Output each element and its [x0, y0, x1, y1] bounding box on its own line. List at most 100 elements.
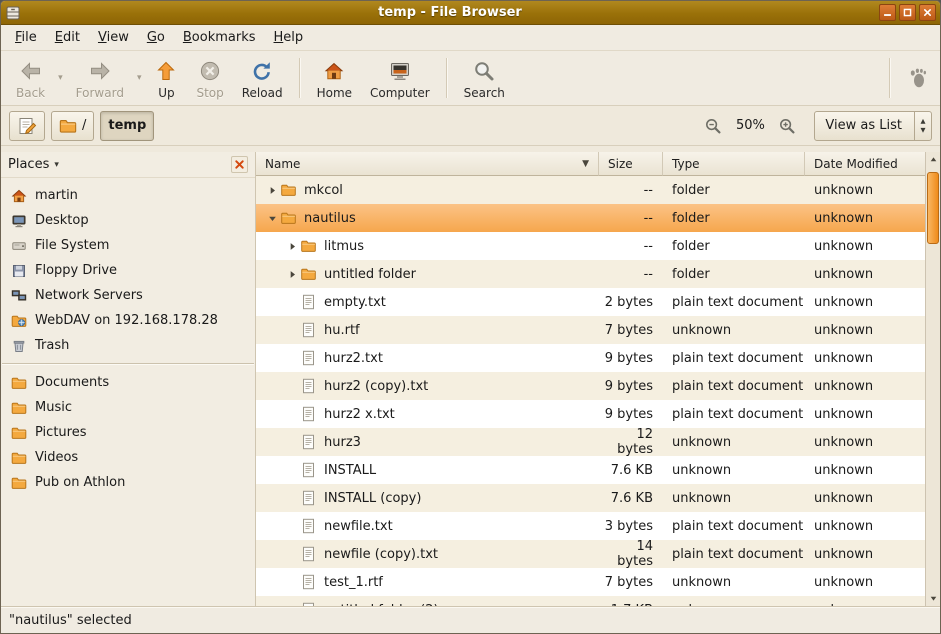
floppy-icon	[11, 263, 27, 279]
sidebar-item-documents[interactable]: Documents	[1, 370, 255, 395]
file-row-hurz3[interactable]: hurz312 bytesunknownunknown	[256, 428, 925, 456]
sidebar-item-martin[interactable]: martin	[1, 183, 255, 208]
vertical-scrollbar[interactable]	[925, 152, 940, 606]
toolbar-computer-button[interactable]: Computer	[361, 55, 439, 102]
file-size: 7 bytes	[599, 575, 663, 590]
sidebar-item-trash[interactable]: Trash	[1, 333, 255, 358]
toolbar-up-button[interactable]: Up	[145, 55, 187, 102]
folder-icon	[280, 210, 297, 226]
minimize-button[interactable]	[879, 4, 896, 21]
zoom-out-button[interactable]	[700, 111, 726, 141]
text-file-icon	[300, 546, 317, 562]
file-name: hurz3	[324, 435, 361, 450]
sidebar-item-file-system[interactable]: File System	[1, 233, 255, 258]
column-header-name[interactable]: Name ▼	[256, 152, 599, 176]
path-root-label: /	[82, 118, 86, 133]
file-row-litmus[interactable]: litmus--folderunknown	[256, 232, 925, 260]
file-row-untitled-folder[interactable]: untitled folder--folderunknown	[256, 260, 925, 288]
sidebar-item-videos[interactable]: Videos	[1, 445, 255, 470]
expander-closed-icon[interactable]	[284, 242, 300, 251]
file-row-test-1-rtf[interactable]: test_1.rtf7 bytesunknownunknown	[256, 568, 925, 596]
sidebar-item-label: Videos	[35, 450, 78, 465]
menu-view[interactable]: View	[89, 26, 138, 49]
sidebar-item-floppy-drive[interactable]: Floppy Drive	[1, 258, 255, 283]
sidebar-item-music[interactable]: Music	[1, 395, 255, 420]
sidebar-item-webdav-on-192-168-178-28[interactable]: WebDAV on 192.168.178.28	[1, 308, 255, 333]
scroll-down-button[interactable]	[926, 591, 940, 606]
sidebar-item-pub-on-athlon[interactable]: Pub on Athlon	[1, 470, 255, 495]
folder-icon	[280, 182, 297, 198]
sidebar-item-label: Network Servers	[35, 288, 143, 303]
sort-descending-icon: ▼	[582, 159, 589, 169]
file-type: plain text document	[663, 295, 805, 310]
places-list: martin Desktop File SystemFloppy Drive Netw…	[1, 178, 255, 606]
file-row-mkcol[interactable]: mkcol--folderunknown	[256, 176, 925, 204]
file-size: 14 bytes	[599, 539, 663, 569]
column-header-type[interactable]: Type	[663, 152, 805, 176]
file-modified: unknown	[805, 547, 925, 562]
sidebar-close-button[interactable]	[231, 156, 248, 173]
expander-closed-icon[interactable]	[284, 270, 300, 279]
menu-file[interactable]: File	[6, 26, 46, 49]
toolbar-reload-button[interactable]: Reload	[233, 55, 292, 102]
file-row-untitled-folder-2[interactable]: untitled folder (2)1.7 KBunknownunknown	[256, 596, 925, 606]
sidebar-item-label: Desktop	[35, 213, 89, 228]
toolbar-search-button[interactable]: Search	[455, 55, 514, 102]
maximize-button[interactable]	[899, 4, 916, 21]
file-type: plain text document	[663, 351, 805, 366]
view-as-dropdown[interactable]: View as List ▲▼	[814, 111, 932, 141]
menu-edit[interactable]: Edit	[46, 26, 89, 49]
folder-icon	[11, 450, 27, 466]
file-row-empty-txt[interactable]: empty.txt2 bytesplain text documentunkno…	[256, 288, 925, 316]
sidebar-item-network-servers[interactable]: Network Servers	[1, 283, 255, 308]
sidebar-item-pictures[interactable]: Pictures	[1, 420, 255, 445]
sidebar-title[interactable]: Places	[8, 157, 49, 172]
menu-help[interactable]: Help	[265, 26, 313, 49]
expander-open-icon[interactable]	[264, 214, 280, 223]
file-modified: unknown	[805, 295, 925, 310]
file-row-install[interactable]: INSTALL7.6 KBunknownunknown	[256, 456, 925, 484]
zoom-in-button[interactable]	[774, 111, 800, 141]
path-root-button[interactable]: /	[51, 111, 94, 141]
file-row-install-copy[interactable]: INSTALL (copy)7.6 KBunknownunknown	[256, 484, 925, 512]
list-header: Name ▼ Size Type Date Modified	[256, 152, 925, 176]
column-header-date-modified[interactable]: Date Modified	[805, 152, 925, 176]
gnome-foot-icon	[906, 66, 930, 90]
column-header-size[interactable]: Size	[599, 152, 663, 176]
file-size: 9 bytes	[599, 407, 663, 422]
file-row-hu-rtf[interactable]: hu.rtf7 bytesunknownunknown	[256, 316, 925, 344]
toolbar-stop-button: Stop	[187, 55, 232, 102]
filesystem-icon	[11, 238, 27, 254]
scrollbar-thumb[interactable]	[927, 172, 939, 244]
menu-go[interactable]: Go	[138, 26, 174, 49]
toggle-location-entry-button[interactable]	[9, 111, 45, 141]
file-type: unknown	[663, 463, 805, 478]
file-row-hurz2-x-txt[interactable]: hurz2 x.txt9 bytesplain text documentunk…	[256, 400, 925, 428]
file-name: litmus	[324, 239, 364, 254]
file-row-nautilus[interactable]: nautilus--folderunknown	[256, 204, 925, 232]
sidebar-item-desktop[interactable]: Desktop	[1, 208, 255, 233]
expander-closed-icon[interactable]	[264, 186, 280, 195]
toolbar-home-button[interactable]: Home	[308, 55, 361, 102]
close-button[interactable]	[919, 4, 936, 21]
desktop-icon	[11, 213, 27, 229]
scrollbar-track[interactable]	[926, 167, 940, 591]
file-row-hurz2-txt[interactable]: hurz2.txt9 bytesplain text documentunkno…	[256, 344, 925, 372]
file-size: 9 bytes	[599, 351, 663, 366]
menu-bookmarks[interactable]: Bookmarks	[174, 26, 265, 49]
file-rows: mkcol--folderunknownnautilus--folderunkn…	[256, 176, 925, 606]
file-row-newfile-copy-txt[interactable]: newfile (copy).txt14 bytesplain text doc…	[256, 540, 925, 568]
file-row-hurz2-copy-txt[interactable]: hurz2 (copy).txt9 bytesplain text docume…	[256, 372, 925, 400]
file-row-newfile-txt[interactable]: newfile.txt3 bytesplain text documentunk…	[256, 512, 925, 540]
file-type: plain text document	[663, 407, 805, 422]
file-name: INSTALL (copy)	[324, 491, 421, 506]
file-type: folder	[663, 267, 805, 282]
titlebar[interactable]: temp - File Browser	[1, 1, 940, 25]
file-name: newfile (copy).txt	[324, 547, 438, 562]
path-current-button[interactable]: temp	[100, 111, 154, 141]
back-icon	[19, 59, 43, 83]
scroll-up-button[interactable]	[926, 152, 940, 167]
file-name: untitled folder	[324, 267, 416, 282]
file-type: unknown	[663, 491, 805, 506]
file-modified: unknown	[805, 379, 925, 394]
